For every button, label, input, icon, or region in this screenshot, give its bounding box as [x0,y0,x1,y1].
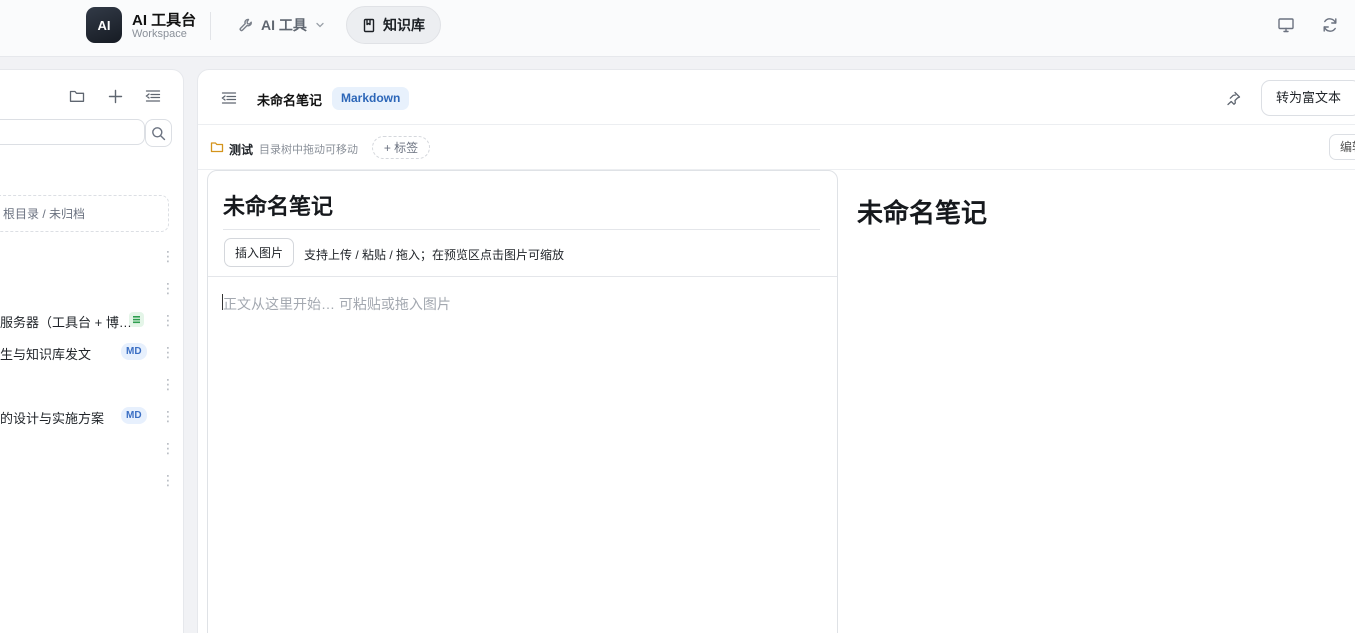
tree-item-label: 服务器（工具台 + 博… [0,315,132,330]
nav-ai-tools[interactable]: AI 工具 [230,9,334,41]
editor-body-input[interactable]: 正文从这里开始… 可粘贴或拖入图片 [223,294,451,314]
nav-knowledge-base-label: 知识库 [383,17,425,33]
more-icon[interactable]: ⋮ [161,406,175,426]
edit-button[interactable]: 编辑 [1329,134,1355,160]
book-icon [362,18,376,33]
wrench-icon [238,17,254,33]
divider [208,276,837,277]
tree-item[interactable]: 的设计与实施方案 MD ⋮ [0,404,183,428]
insert-image-button[interactable]: 插入图片 [224,238,294,267]
brand-subtitle: Workspace [132,28,187,40]
convert-rich-text-button[interactable]: 转为富文本 [1261,80,1355,116]
search-icon [151,126,166,141]
tree-item[interactable]: ⋮ [0,372,183,396]
brand-title: AI 工具台 [132,12,197,29]
divider [198,124,1355,125]
format-tag: Markdown [332,87,410,110]
tree-item[interactable]: ⋮ [0,436,183,460]
tree-item-label: 生与知识库发文 [0,347,92,362]
editor-title-input[interactable]: 未命名笔记 [223,189,333,221]
top-bar: AI AI 工具台 Workspace AI 工具 知识库 [0,0,1355,57]
app-logo[interactable]: AI [86,7,122,43]
divider [210,12,211,40]
chevron-down-icon [314,19,326,31]
doc-type-icon [129,312,144,327]
more-icon[interactable]: ⋮ [161,438,175,458]
tree-item[interactable]: 生与知识库发文 MD ⋮ [0,340,183,364]
folder-name[interactable]: 测试 [229,141,253,158]
drag-hint: 目录树中拖动可移动 [259,144,358,156]
folder-icon [210,142,224,153]
toggle-sidebar-icon[interactable] [219,88,239,108]
more-icon[interactable]: ⋮ [161,310,175,330]
root-label: 根目录 / 未归档 [3,207,86,221]
add-tag-button[interactable]: + 标签 [372,136,430,159]
refresh-icon[interactable] [1320,15,1340,35]
monitor-icon[interactable] [1276,15,1296,35]
more-icon[interactable]: ⋮ [161,246,175,266]
search-button[interactable] [145,119,172,147]
md-badge: MD [121,407,147,424]
document-title: 未命名笔记 [257,93,323,108]
tree-item[interactable]: 服务器（工具台 + 博… ⋮ [0,308,183,332]
more-icon[interactable]: ⋮ [161,470,175,490]
preview-title: 未命名笔记 [857,198,988,228]
tree-item[interactable]: ⋮ [0,276,183,300]
tree-item[interactable]: ⋮ [0,468,183,492]
md-badge: MD [121,343,147,360]
root-drop-zone[interactable]: 根目录 / 未归档 [0,195,169,232]
divider [223,229,820,230]
folder-icon[interactable] [67,86,87,106]
more-icon[interactable]: ⋮ [161,374,175,394]
collapse-menu-icon[interactable] [143,86,163,106]
upload-hint: 支持上传 / 粘贴 / 拖入；在预览区点击图片可缩放 [304,248,565,262]
more-icon[interactable]: ⋮ [161,342,175,362]
pin-icon[interactable] [1223,88,1243,108]
more-icon[interactable]: ⋮ [161,278,175,298]
search-input[interactable] [0,119,145,145]
tree-item[interactable]: ⋮ [0,244,183,268]
editor-pane [207,170,838,633]
plus-icon[interactable] [105,86,125,106]
tree-item-label: 的设计与实施方案 [0,411,105,426]
nav-ai-tools-label: AI 工具 [261,17,307,33]
nav-knowledge-base[interactable]: 知识库 [346,6,441,44]
